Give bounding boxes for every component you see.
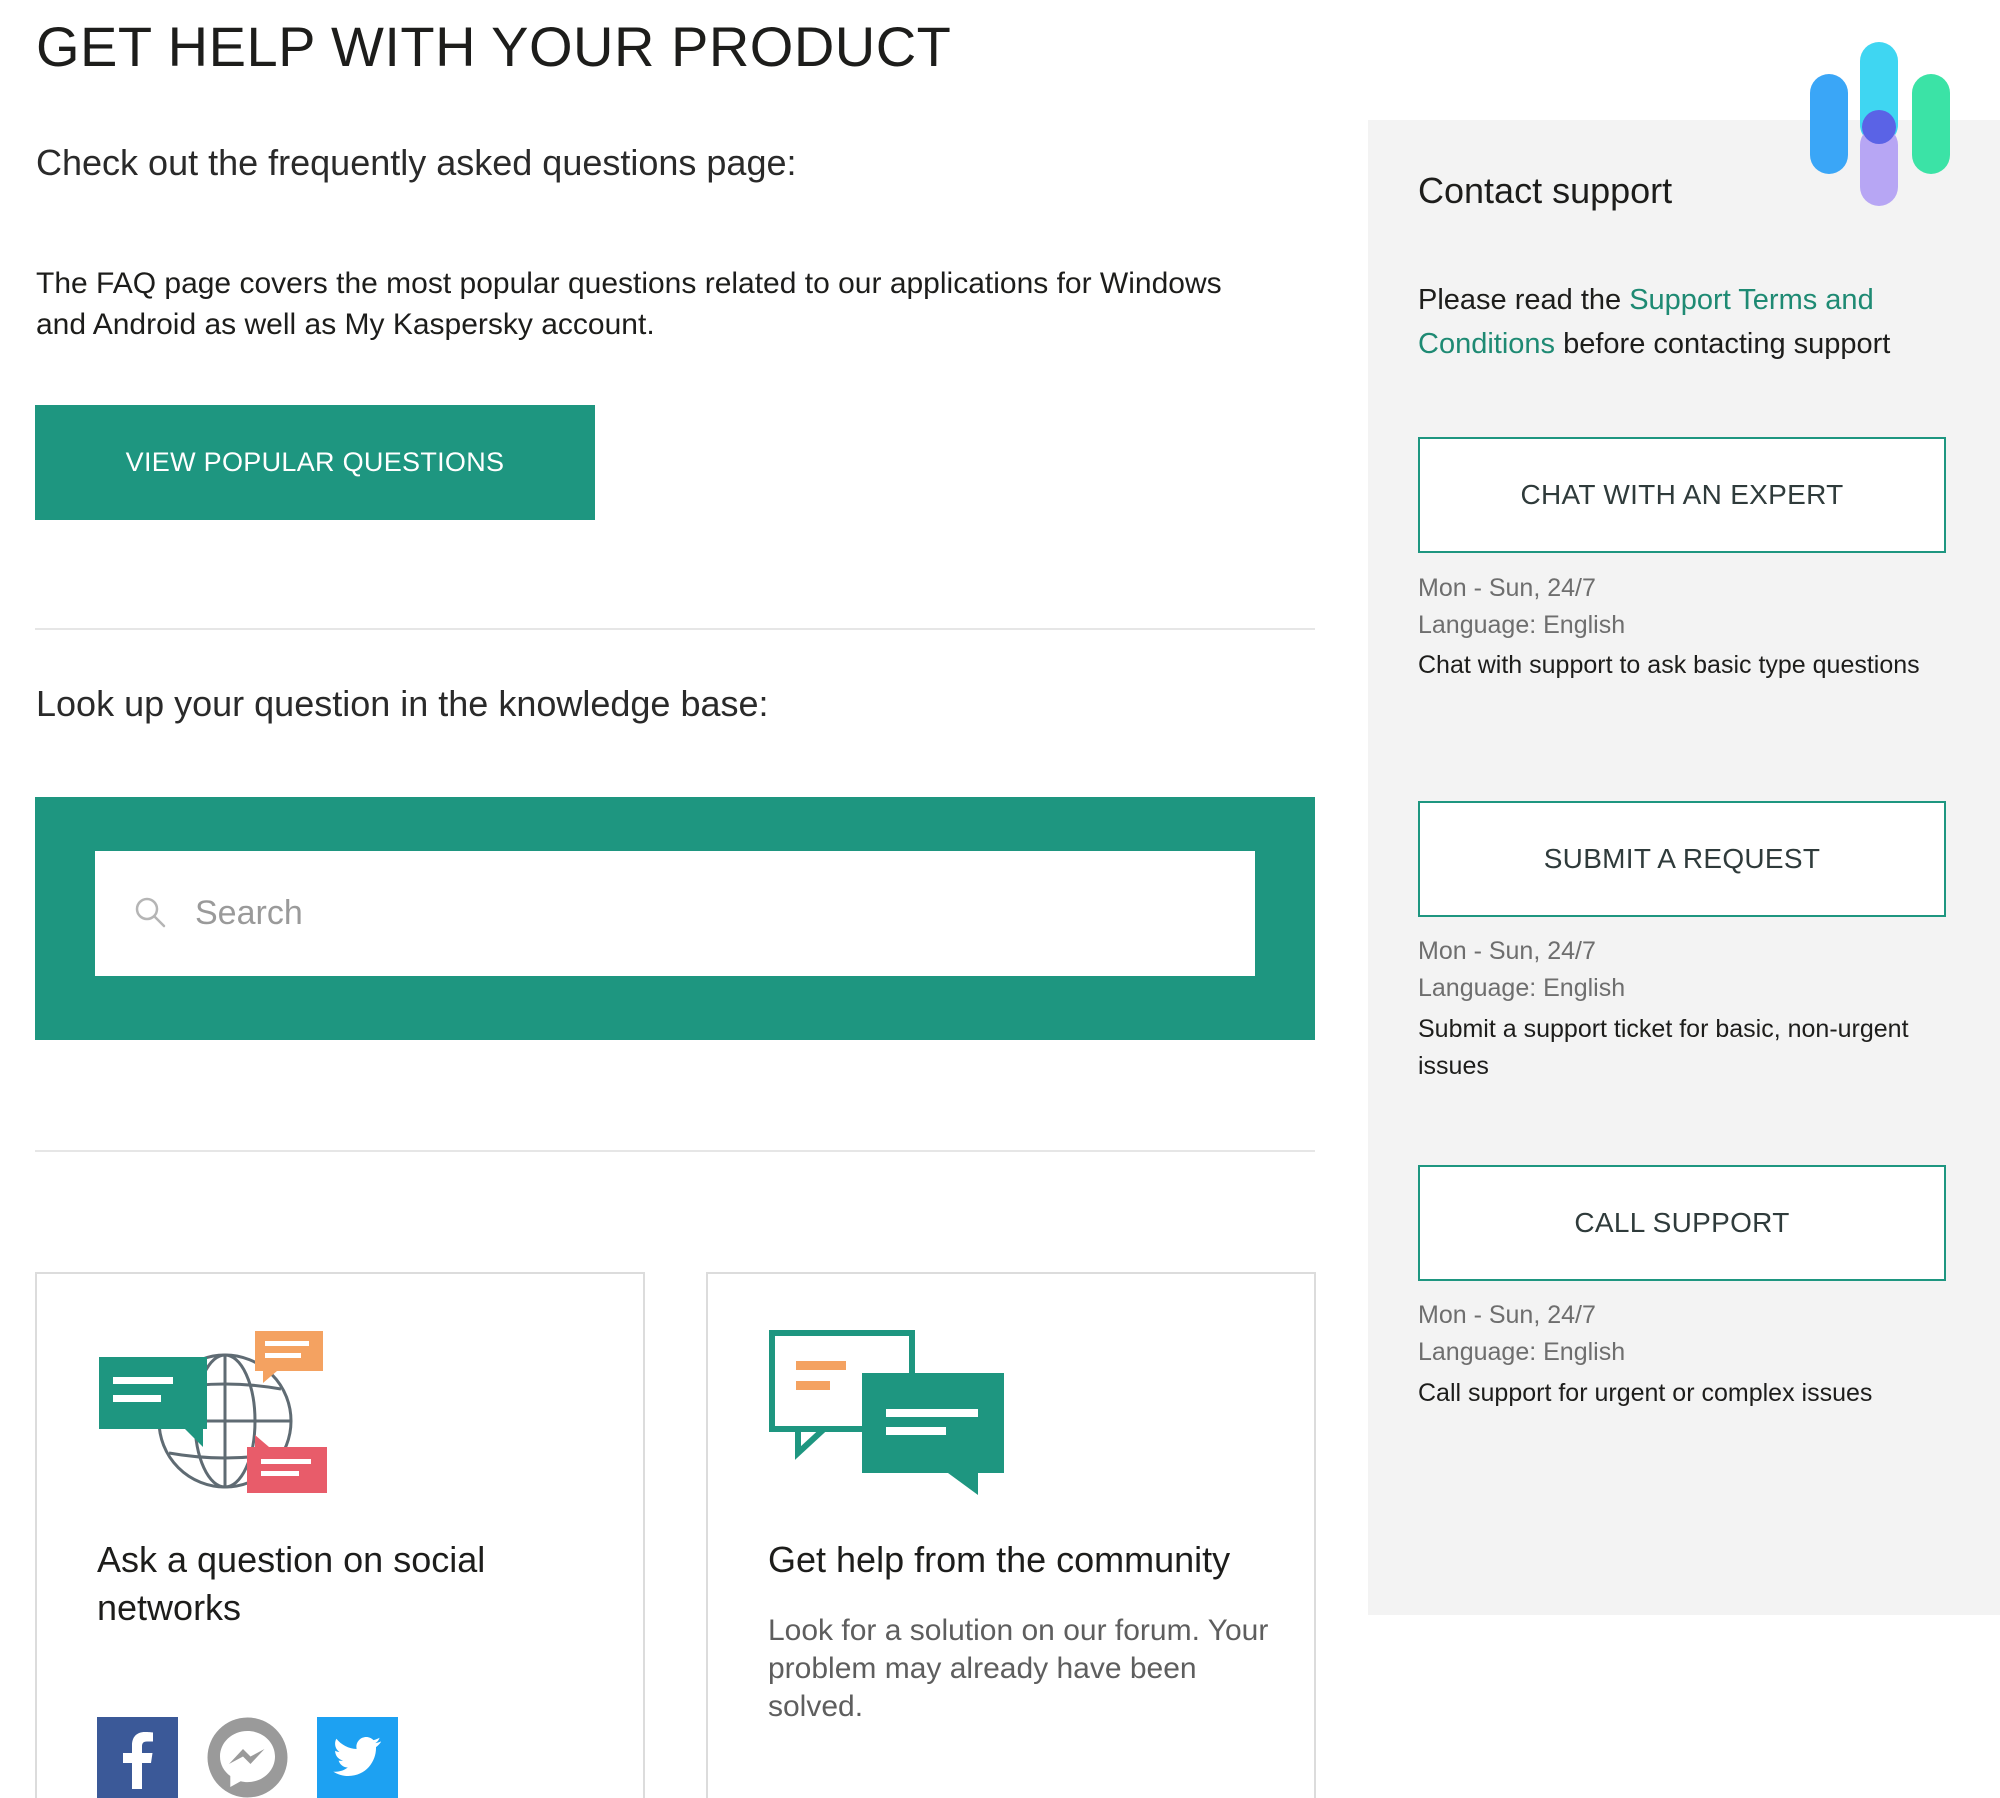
section-divider — [35, 628, 1315, 630]
request-description: Submit a support ticket for basic, non-u… — [1418, 1015, 1909, 1080]
section-divider — [35, 1150, 1315, 1152]
chat-with-expert-button[interactable]: CHAT WITH AN EXPERT — [1418, 437, 1946, 553]
brand-logo-icon — [1810, 42, 1950, 206]
social-networks-card[interactable]: Ask a question on social networks — [35, 1272, 645, 1798]
facebook-icon[interactable] — [97, 1717, 178, 1798]
community-card[interactable]: Get help from the community Look for a s… — [706, 1272, 1316, 1798]
community-card-description: Look for a solution on our forum. Your p… — [768, 1614, 1269, 1723]
community-chat-illustration — [769, 1330, 1004, 1495]
knowledge-base-heading: Look up your question in the knowledge b… — [36, 683, 769, 724]
submit-request-button[interactable]: SUBMIT A REQUEST — [1418, 801, 1946, 917]
social-card-title: Ask a question on social networks — [97, 1539, 486, 1628]
request-language: Language: English — [1418, 974, 1626, 1002]
contact-support-sidebar: Contact support Please read the Support … — [1368, 120, 2000, 1615]
twitter-icon[interactable] — [317, 1717, 398, 1798]
messenger-icon[interactable] — [207, 1717, 288, 1798]
chat-language: Language: English — [1418, 611, 1626, 639]
support-terms-notice: Please read the Support Terms and Condit… — [1418, 278, 1958, 366]
chat-hours: Mon - Sun, 24/7 — [1418, 574, 1596, 602]
social-globe-illustration — [99, 1331, 327, 1493]
call-support-button[interactable]: CALL SUPPORT — [1418, 1165, 1946, 1281]
terms-suffix: before contacting support — [1555, 328, 1891, 360]
faq-heading: Check out the frequently asked questions… — [36, 142, 797, 183]
search-input[interactable] — [195, 871, 1215, 956]
call-hours: Mon - Sun, 24/7 — [1418, 1301, 1596, 1329]
faq-description: The FAQ page covers the most popular que… — [36, 267, 1222, 341]
page-title: GET HELP WITH YOUR PRODUCT — [36, 15, 952, 78]
terms-prefix: Please read the — [1418, 284, 1630, 316]
call-description: Call support for urgent or complex issue… — [1418, 1379, 1873, 1407]
view-popular-questions-button[interactable]: VIEW POPULAR QUESTIONS — [35, 405, 595, 520]
chat-description: Chat with support to ask basic type ques… — [1418, 651, 1920, 679]
social-icons-row — [97, 1717, 398, 1798]
search-box[interactable] — [95, 851, 1255, 976]
community-card-title: Get help from the community — [768, 1539, 1231, 1580]
search-panel — [35, 797, 1315, 1040]
search-icon — [135, 897, 166, 928]
call-language: Language: English — [1418, 1338, 1626, 1366]
contact-support-title: Contact support — [1418, 170, 1673, 211]
request-hours: Mon - Sun, 24/7 — [1418, 937, 1596, 965]
